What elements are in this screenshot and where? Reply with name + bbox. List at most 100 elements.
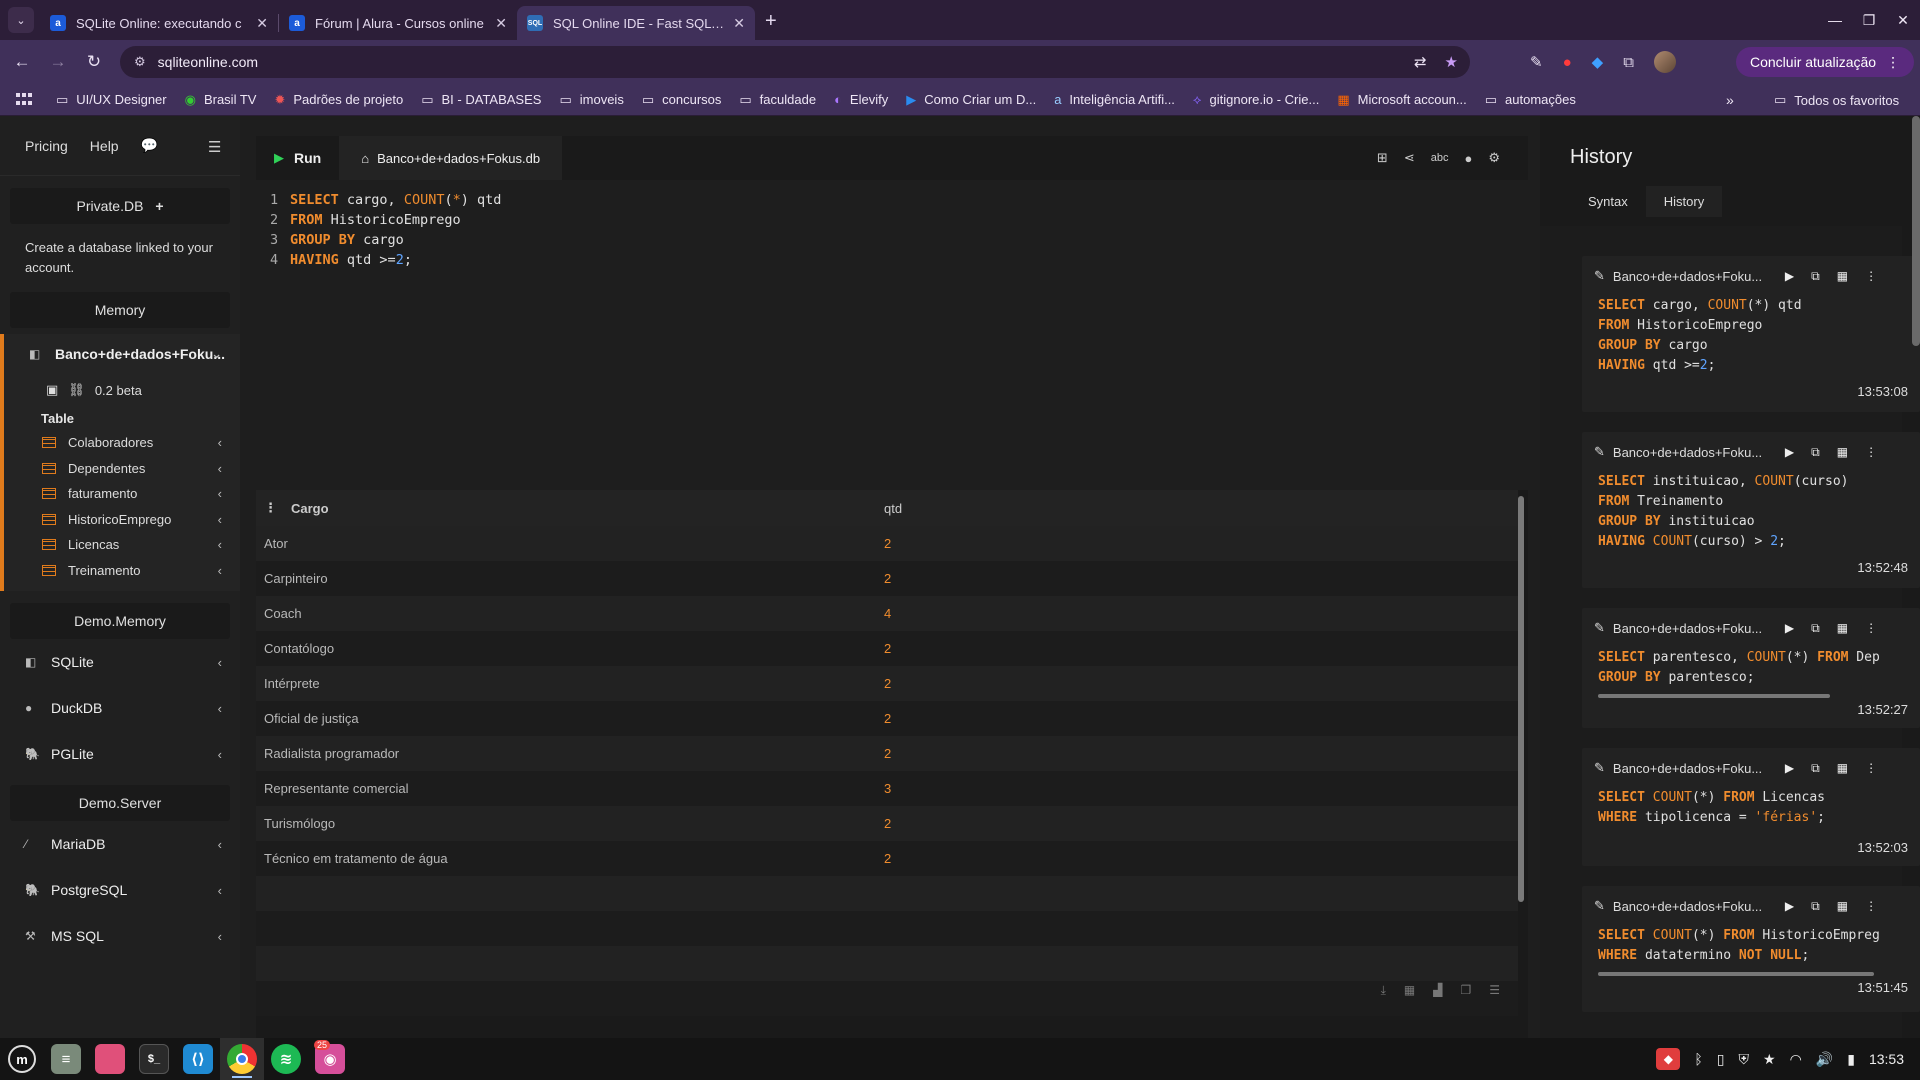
pricing-link[interactable]: Pricing [25, 138, 68, 154]
share-icon[interactable]: ⋖ [1404, 150, 1415, 166]
user-icon[interactable]: ● [1464, 151, 1472, 166]
address-bar[interactable]: ⚙ sqliteonline.com ⇄ ★ [120, 46, 1470, 78]
open-editor-icon[interactable]: ⧉ [1811, 269, 1820, 284]
chevron-left-icon[interactable]: ‹ [218, 537, 222, 552]
wifi-icon[interactable]: ◠ [1790, 1051, 1802, 1068]
chevron-left-icon[interactable]: ‹ [218, 512, 222, 527]
table-item-faturamento[interactable]: faturamento ‹ [4, 481, 240, 507]
bookmark-star-icon[interactable]: ★ [1445, 53, 1458, 71]
grid-icon[interactable]: ▦ [1837, 269, 1848, 284]
cell-qtd[interactable]: 2 [884, 851, 891, 866]
taskbar-app-settings[interactable]: ≡ [44, 1038, 88, 1080]
table-row[interactable]: Contatólogo 2 [256, 631, 1518, 666]
bookmark-item[interactable]: ▭ UI/UX Designer [56, 92, 167, 108]
play-icon[interactable]: ▶ [1785, 269, 1794, 284]
list-icon[interactable]: ☰ [1489, 983, 1500, 998]
chevron-left-icon[interactable]: ‹ [218, 837, 222, 852]
cell-cargo[interactable]: Radialista programador [256, 746, 884, 761]
eyedropper-icon[interactable]: ✎ [1530, 53, 1543, 71]
chevron-left-icon[interactable]: ‹ [218, 747, 222, 762]
table-row[interactable]: Oficial de justiça 2 [256, 701, 1518, 736]
results-scrollbar[interactable] [1518, 496, 1524, 902]
taskbar-app-chrome[interactable] [220, 1038, 264, 1080]
chevron-down-icon[interactable]: ⌄ [211, 346, 222, 362]
bookmark-item[interactable]: ▶ Como Criar um D... [906, 92, 1036, 108]
table-row[interactable]: Ator 2 [256, 526, 1518, 561]
play-icon[interactable]: ▶ [1785, 899, 1794, 914]
bookmark-item[interactable]: ◉ Brasil TV [185, 92, 257, 108]
open-editor-icon[interactable]: ⧉ [1811, 761, 1820, 776]
bookmark-item[interactable]: ▭ automações [1485, 92, 1576, 108]
update-button[interactable]: Concluir atualização ⋮ [1736, 47, 1915, 77]
history-entry[interactable]: ✎ Banco+de+dados+Foku... ▶ ⧉ ▦ ⋮ SELECT COU… [1582, 886, 1920, 1012]
cell-cargo[interactable]: Intérprete [256, 676, 884, 691]
browser-tab-2[interactable]: a Fórum | Alura - Cursos online ✕ [279, 6, 517, 40]
bookmark-item[interactable]: ▦ Microsoft accoun... [1337, 92, 1466, 108]
bookmark-item[interactable]: ▭ imoveis [559, 92, 623, 108]
table-item-licencas[interactable]: Licencas ‹ [4, 532, 240, 558]
open-editor-icon[interactable]: ⧉ [1811, 899, 1820, 914]
chevron-left-icon[interactable]: ‹ [218, 701, 222, 716]
db-entry-postgresql[interactable]: 🐘 PostgreSQL ‹ [0, 867, 240, 913]
table-item-colaboradores[interactable]: Colaboradores ‹ [4, 430, 240, 456]
open-editor-icon[interactable]: ⧉ [1811, 621, 1820, 636]
profile-avatar[interactable] [1653, 51, 1676, 73]
settings-gear-icon[interactable]: ⚙ [1488, 150, 1500, 166]
clipboard-icon[interactable]: ▯ [1717, 1051, 1725, 1068]
cell-qtd[interactable]: 2 [884, 536, 891, 551]
translate-icon[interactable]: ⇄ [1414, 53, 1427, 71]
spellcheck-icon[interactable]: abc [1431, 152, 1449, 164]
play-icon[interactable]: ▶ [1785, 621, 1794, 636]
add-icon[interactable]: + [155, 198, 163, 214]
table-item-treinamento[interactable]: Treinamento ‹ [4, 558, 240, 584]
db-entry-sqlite[interactable]: ◧ SQLite ‹ [0, 639, 240, 685]
cell-qtd[interactable]: 2 [884, 641, 891, 656]
browser-tab-1[interactable]: a SQLite Online: executando c ✕ [40, 6, 278, 40]
reload-icon[interactable]: ↻ [76, 52, 112, 72]
cell-qtd[interactable]: 2 [884, 711, 891, 726]
all-bookmarks-button[interactable]: ▭ Todos os favoritos [1774, 84, 1899, 116]
more-icon[interactable]: ⋮ [1865, 445, 1877, 460]
more-icon[interactable]: ⋮ [1865, 761, 1877, 776]
help-link[interactable]: Help [90, 138, 119, 154]
open-editor-icon[interactable]: ⧉ [1811, 445, 1820, 460]
chat-icon[interactable]: 💬 [141, 137, 158, 154]
menu-dots-icon[interactable]: ⋮ [1886, 54, 1900, 71]
battery-icon[interactable]: ▮ [1847, 1051, 1855, 1068]
table-row[interactable]: Coach 4 [256, 596, 1518, 631]
minimize-icon[interactable]: — [1818, 12, 1852, 28]
edit-pencil-icon[interactable]: ✎ [1594, 898, 1605, 914]
bookmark-item[interactable]: ▭ BI - DATABASES [421, 92, 541, 108]
volume-icon[interactable]: 🔊 [1816, 1051, 1833, 1068]
grid-icon[interactable]: ▦ [1837, 761, 1848, 776]
taskbar-app-spotify[interactable]: ≋ [264, 1038, 308, 1080]
cell-cargo[interactable]: Coach [256, 606, 884, 621]
more-bookmarks-button[interactable]: » [1726, 84, 1734, 116]
chevron-left-icon[interactable]: ‹ [218, 435, 222, 450]
record-extension-icon[interactable]: ● [1563, 54, 1572, 71]
table-row[interactable]: Representante comercial 3 [256, 771, 1518, 806]
bookmark-item[interactable]: ◐ Elevify [834, 92, 888, 107]
taskbar-app-camera[interactable]: ◉ 25 [308, 1038, 352, 1080]
more-icon[interactable]: ⋮ [1865, 621, 1877, 636]
db-entry-pglite[interactable]: 🐘 PGLite ‹ [0, 731, 240, 777]
browser-tab-3[interactable]: SQL SQL Online IDE - Fast SQL Ed ✕ [517, 6, 755, 40]
chevron-left-icon[interactable]: ‹ [218, 563, 222, 578]
bookmark-item[interactable]: ✹ Padrões de projeto [274, 92, 403, 108]
more-icon[interactable]: ⋮ [1865, 269, 1877, 284]
grid-icon[interactable]: ▦ [1837, 445, 1848, 460]
table-row[interactable]: Técnico em tratamento de água 2 [256, 841, 1518, 876]
table-row[interactable]: Intérprete 2 [256, 666, 1518, 701]
taskbar-app-vscode[interactable]: ⟨⟩ [176, 1038, 220, 1080]
bluetooth-icon[interactable]: ᛒ [1694, 1051, 1702, 1067]
cell-qtd[interactable]: 2 [884, 676, 891, 691]
cell-cargo[interactable]: Técnico em tratamento de água [256, 851, 884, 866]
play-icon[interactable]: ▶ [1785, 445, 1794, 460]
edit-pencil-icon[interactable]: ✎ [1594, 268, 1605, 284]
table-item-historicoemprego[interactable]: HistoricoEmprego ‹ [4, 507, 240, 533]
new-tab-button[interactable]: + [765, 10, 777, 33]
extension-blue-icon[interactable]: ◆ [1592, 53, 1604, 71]
table-row[interactable]: Turismólogo 2 [256, 806, 1518, 841]
shield-icon[interactable]: ⛨ [1739, 1051, 1750, 1068]
back-icon[interactable]: ← [4, 52, 40, 72]
